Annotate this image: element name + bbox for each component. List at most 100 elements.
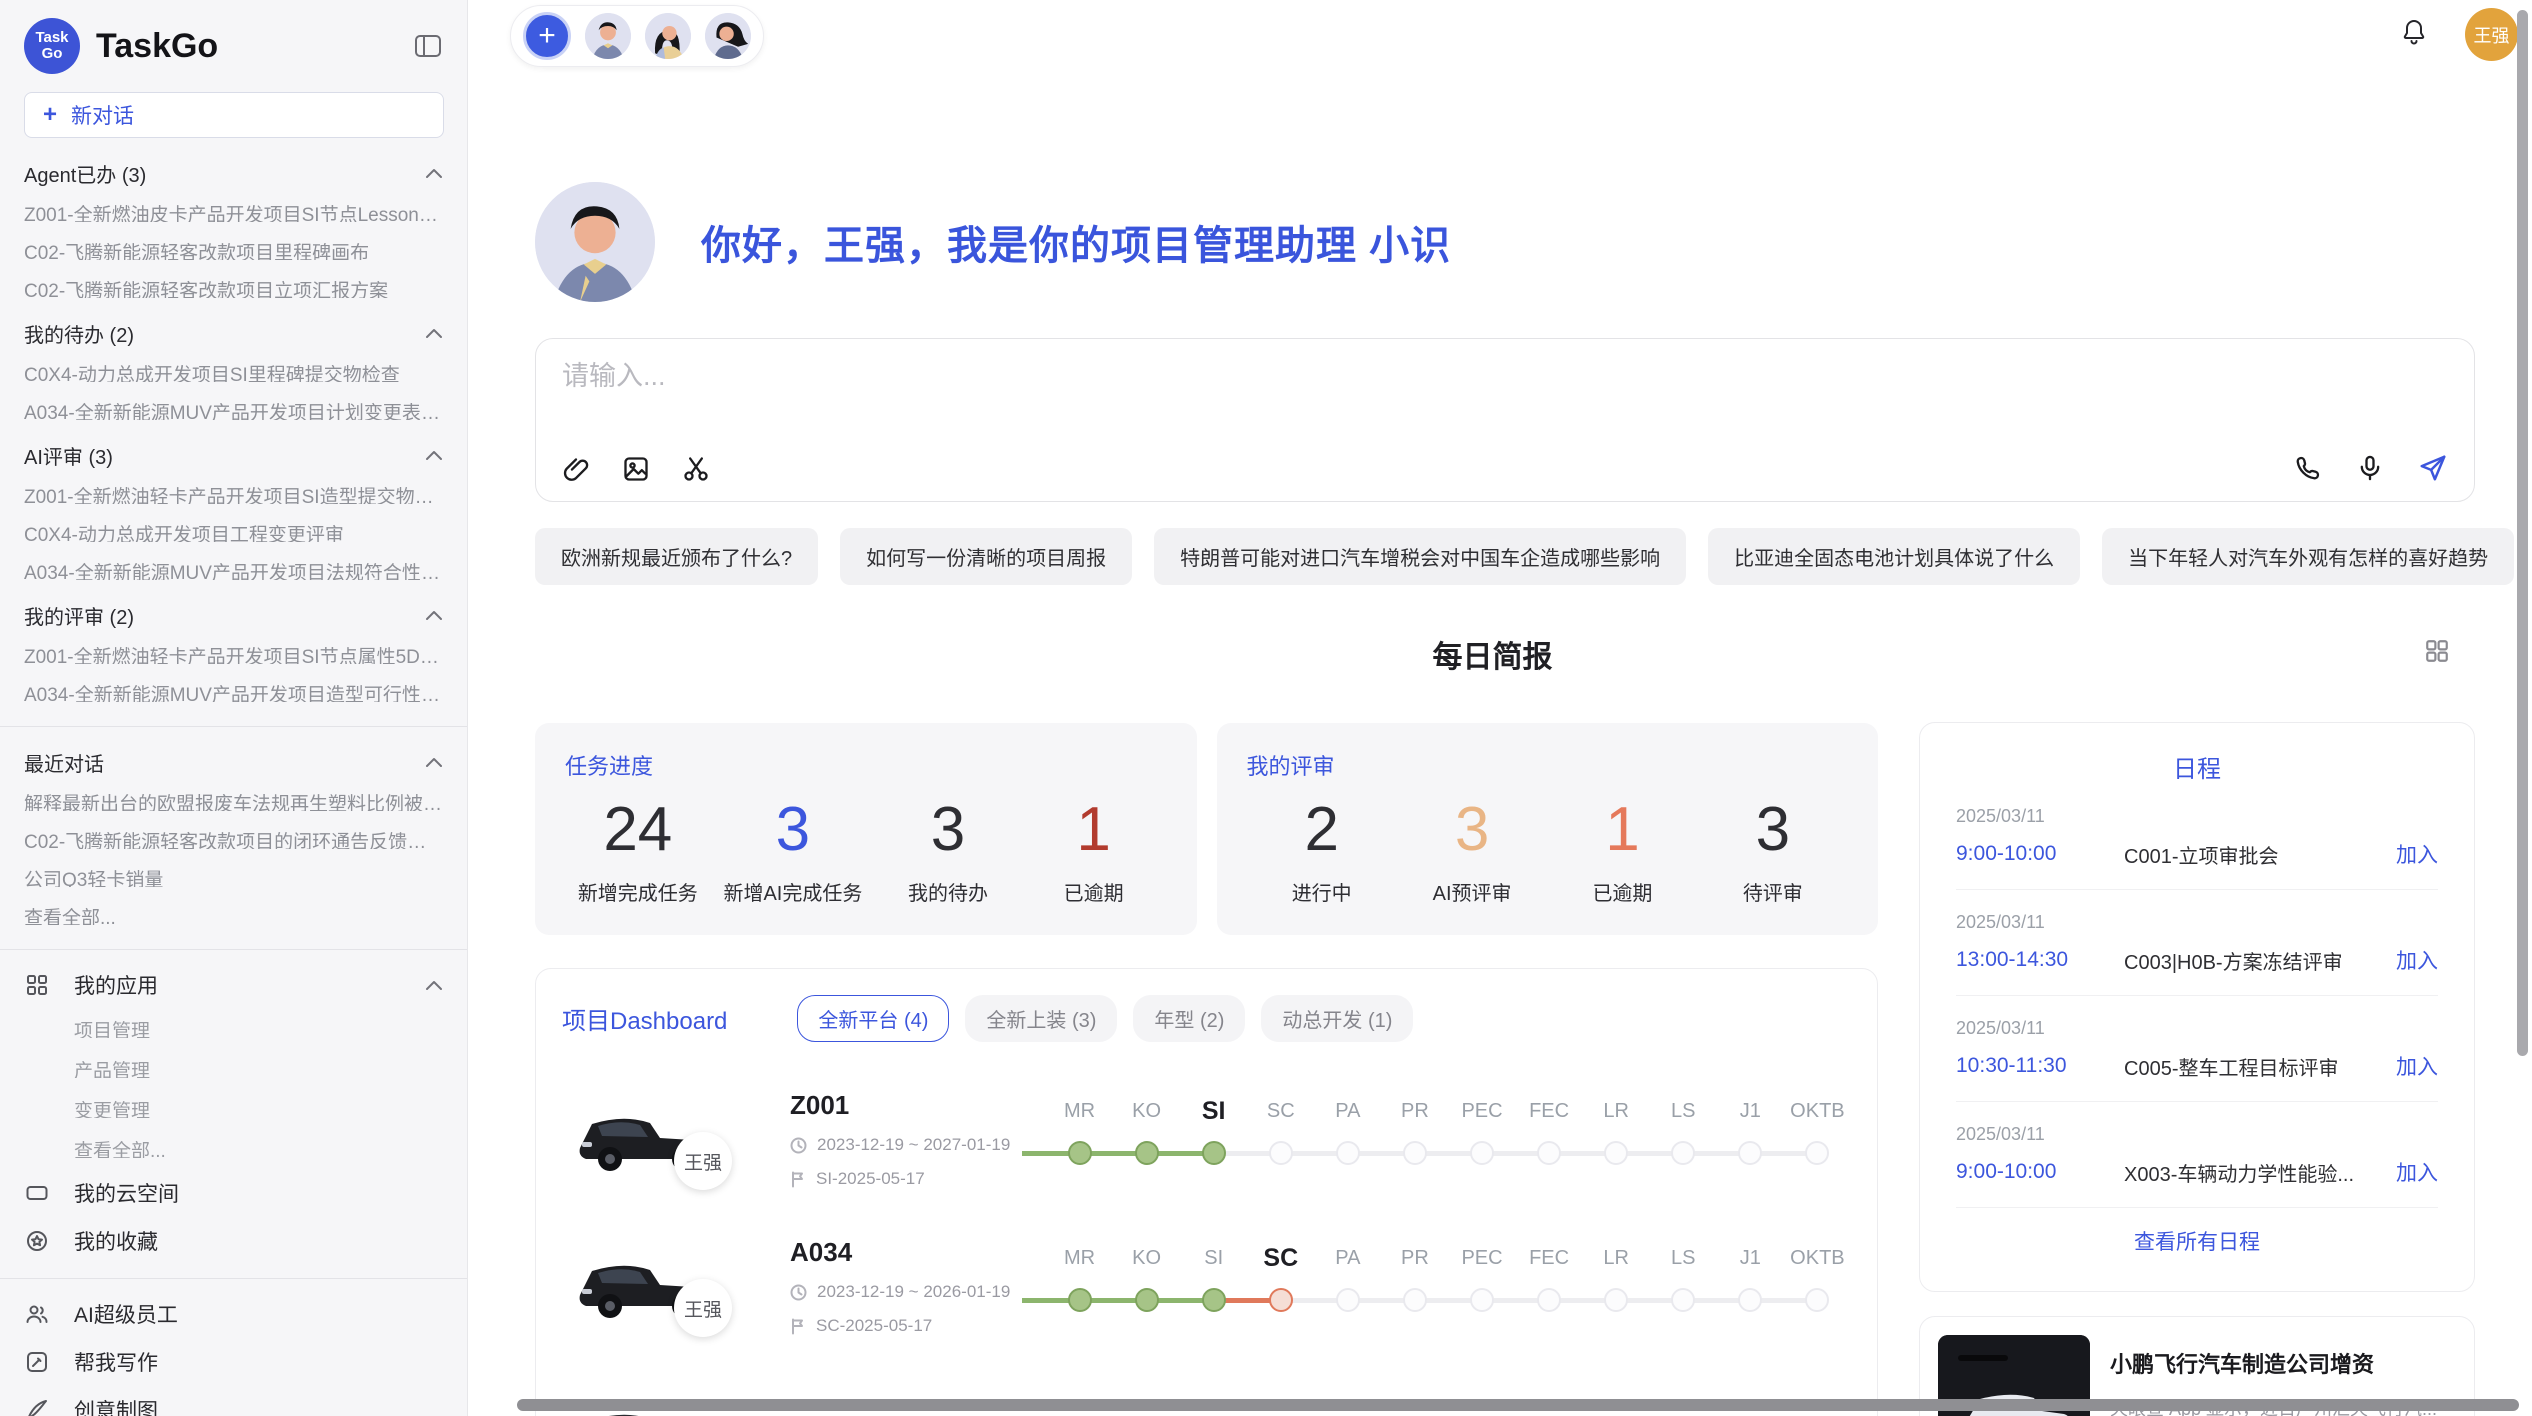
- sidebar-group-recent: 最近对话 解释最新出台的欧盟报废车法规再生塑料比例被调至15%... C02-飞…: [24, 751, 443, 925]
- schedule-card: 日程 2025/03/11 9:00-10:00 C001-立项审批会 加入 2…: [1919, 722, 2475, 1292]
- apps-view-all[interactable]: 查看全部...: [24, 1136, 443, 1158]
- milestone-dot: [1202, 1288, 1226, 1312]
- creative-draw-label: 创意制图: [74, 1395, 158, 1416]
- recent-item[interactable]: C02-飞腾新能源轻客改款项目的闭环通告反馈情况: [24, 827, 443, 849]
- daily-briefing-title: 每日简报: [510, 632, 2475, 676]
- suggestion-chip[interactable]: 欧洲新规最近颁布了什么?: [535, 528, 818, 585]
- layout-grid-icon[interactable]: [2424, 638, 2450, 669]
- milestone-dot: [1068, 1288, 1092, 1312]
- topbar-right: 王强: [2401, 8, 2518, 61]
- suggestion-chip[interactable]: 比亚迪全固态电池计划具体说了什么: [1708, 528, 2080, 585]
- milestone-dot: [1805, 1141, 1829, 1165]
- project-info: A034 2023-12-19 ~ 2026-01-19 SC-2025-05-…: [790, 1237, 1028, 1336]
- stat-card-title: 任务进度: [565, 749, 1167, 781]
- notification-bell-icon[interactable]: [2401, 18, 2427, 51]
- chat-input[interactable]: [562, 361, 2448, 392]
- sidebar: Task Go TaskGo + 新对话 Agent已办 (3) Z001-全新…: [0, 0, 468, 1416]
- tab-new-platform[interactable]: 全新平台 (4): [797, 995, 949, 1042]
- project-row[interactable]: 王强 A034 2023-12-19 ~ 2026-01-19 SC-2025-…: [562, 1237, 1851, 1336]
- group-title[interactable]: Agent已办 (3): [24, 162, 443, 184]
- sidebar-item[interactable]: Z001-全新燃油轻卡产品开发项目SI节点属性5D文件评审: [24, 642, 443, 664]
- sidebar-item[interactable]: C0X4-动力总成开发项目工程变更评审: [24, 520, 443, 542]
- join-link[interactable]: 加入: [2396, 839, 2438, 869]
- greeting-text: 你好，王强，我是你的项目管理助理 小识: [701, 213, 1451, 271]
- sidebar-item-favorites[interactable]: 我的收藏: [24, 1228, 443, 1254]
- recent-view-all[interactable]: 查看全部...: [24, 903, 443, 925]
- tab-year-model[interactable]: 年型 (2): [1133, 995, 1245, 1042]
- assistant-avatar-3[interactable]: [705, 13, 751, 59]
- milestone-dot: [1537, 1288, 1561, 1312]
- horizontal-scrollbar[interactable]: [517, 1399, 2519, 1411]
- attachment-icon[interactable]: [562, 455, 590, 483]
- milestone-dot: [1068, 1141, 1092, 1165]
- sidebar-item-cloud-space[interactable]: 我的云空间: [24, 1180, 443, 1206]
- project-row[interactable]: 王强 Z001 2023-12-19 ~ 2027-01-19 SI-2025-…: [562, 1090, 1851, 1189]
- tab-new-body[interactable]: 全新上装 (3): [965, 995, 1117, 1042]
- vertical-scrollbar[interactable]: [2517, 10, 2528, 1056]
- sidebar-item[interactable]: Z001-全新燃油轻卡产品开发项目SI造型提交物评审: [24, 482, 443, 504]
- clock-icon: [790, 1137, 807, 1154]
- image-icon[interactable]: [622, 455, 650, 483]
- milestone-dot: [1336, 1141, 1360, 1165]
- help-write-label: 帮我写作: [74, 1347, 158, 1377]
- view-all-schedule-link[interactable]: 查看所有日程: [1956, 1207, 2438, 1274]
- stats-row: 任务进度 24 新增完成任务 3 新增AI完成任务 3 我的待办: [535, 723, 1878, 935]
- group-title[interactable]: 最近对话: [24, 751, 443, 773]
- add-assistant-button[interactable]: +: [523, 12, 571, 60]
- app-item-product-mgmt[interactable]: 产品管理: [24, 1056, 443, 1078]
- sidebar-item-help-write[interactable]: 帮我写作: [24, 1349, 443, 1375]
- input-actions: [2294, 453, 2448, 483]
- chevron-up-icon: [425, 168, 443, 179]
- join-link[interactable]: 加入: [2396, 1157, 2438, 1187]
- clock-icon: [790, 1284, 807, 1301]
- chevron-up-icon: [425, 450, 443, 461]
- suggestion-chip[interactable]: 当下年轻人对汽车外观有怎样的喜好趋势: [2102, 528, 2514, 585]
- sidebar-item-ai-staff[interactable]: AI超级员工: [24, 1301, 443, 1327]
- metric: 2 进行中: [1262, 791, 1382, 906]
- sidebar-item[interactable]: C02-飞腾新能源轻客改款项目立项汇报方案: [24, 276, 443, 298]
- send-icon[interactable]: [2418, 453, 2448, 483]
- sidebar-item[interactable]: A034-全新新能源MUV产品开发项目计划变更表编写: [24, 398, 443, 420]
- tab-powertrain[interactable]: 动总开发 (1): [1261, 995, 1413, 1042]
- project-dashboard-card: 项目Dashboard 全新平台 (4) 全新上装 (3) 年型 (2) 动总开…: [535, 968, 1878, 1416]
- sidebar-item-my-apps[interactable]: 我的应用: [24, 972, 443, 998]
- news-title: 小鹏飞行汽车制造公司增资: [2110, 1347, 2437, 1379]
- sidebar-item[interactable]: A034-全新新能源MUV产品开发项目造型可行性评审: [24, 680, 443, 702]
- sidebar-collapse-icon[interactable]: [413, 33, 443, 59]
- cloud-space-label: 我的云空间: [74, 1178, 179, 1208]
- suggestion-chip[interactable]: 如何写一份清晰的项目周报: [840, 528, 1132, 585]
- join-link[interactable]: 加入: [2396, 945, 2438, 975]
- milestone-dot: [1403, 1141, 1427, 1165]
- app-item-change-mgmt[interactable]: 变更管理: [24, 1096, 443, 1118]
- sidebar-item[interactable]: Z001-全新燃油皮卡产品开发项目SI节点Lesson Learn报告: [24, 200, 443, 222]
- milestone-dot: [1135, 1288, 1159, 1312]
- suggestion-chip[interactable]: 特朗普可能对进口汽车增税会对中国车企造成哪些影响: [1154, 528, 1686, 585]
- sidebar-group-my-review: 我的评审 (2) Z001-全新燃油轻卡产品开发项目SI节点属性5D文件评审 A…: [24, 604, 443, 702]
- flag-icon: [790, 1171, 806, 1188]
- join-link[interactable]: 加入: [2396, 1051, 2438, 1081]
- sidebar-item[interactable]: A034-全新新能源MUV产品开发项目法规符合性评审: [24, 558, 443, 580]
- app-item-project-mgmt[interactable]: 项目管理: [24, 1016, 443, 1038]
- sidebar-item[interactable]: C0X4-动力总成开发项目SI里程碑提交物检查: [24, 360, 443, 382]
- assistant-avatar-1[interactable]: [585, 13, 631, 59]
- sidebar-item[interactable]: C02-飞腾新能源轻客改款项目里程碑画布: [24, 238, 443, 260]
- group-title[interactable]: 我的评审 (2): [24, 604, 443, 626]
- sidebar-item-creative-draw[interactable]: 创意制图: [24, 1397, 443, 1416]
- new-chat-button[interactable]: + 新对话: [24, 92, 444, 138]
- cloud-space-icon: [24, 1184, 50, 1202]
- phone-icon[interactable]: [2294, 454, 2322, 482]
- assistant-avatar-2[interactable]: [645, 13, 691, 59]
- logo-line-1: Task: [35, 30, 68, 46]
- recent-item[interactable]: 公司Q3轻卡销量: [24, 865, 443, 887]
- microphone-icon[interactable]: [2356, 454, 2384, 482]
- star-circle-icon: [24, 1230, 50, 1252]
- group-title[interactable]: 我的待办 (2): [24, 322, 443, 344]
- scissors-icon[interactable]: [682, 455, 710, 483]
- group-title[interactable]: AI评审 (3): [24, 444, 443, 466]
- user-avatar[interactable]: 王强: [2465, 8, 2518, 61]
- recent-item[interactable]: 解释最新出台的欧盟报废车法规再生塑料比例被调至15%...: [24, 789, 443, 811]
- suggestion-chips: 欧洲新规最近颁布了什么? 如何写一份清晰的项目周报 特朗普可能对进口汽车增税会对…: [535, 528, 2475, 585]
- dashboard-title: 项目Dashboard: [562, 1001, 727, 1036]
- milestone-dot: [1269, 1141, 1293, 1165]
- divider: [0, 726, 467, 727]
